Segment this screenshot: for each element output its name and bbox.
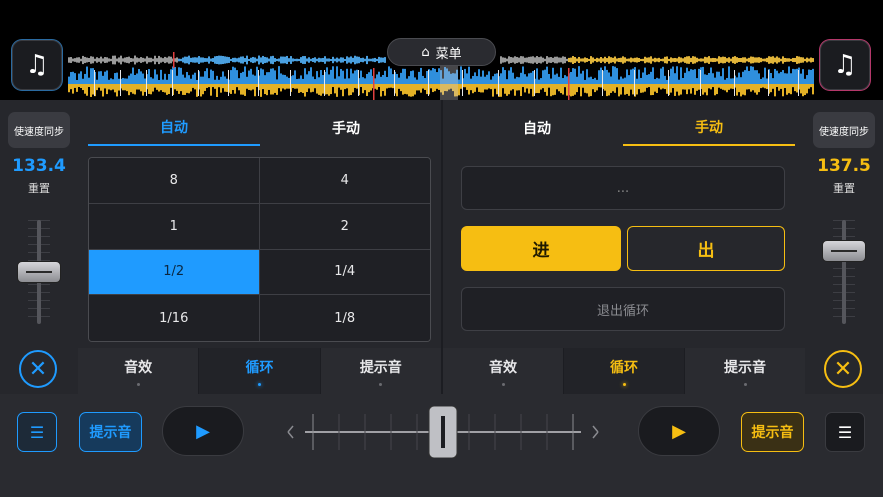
tab-indicator: [622, 382, 626, 386]
right-play-button[interactable]: ▶: [638, 406, 720, 456]
tab-cue[interactable]: 提示音: [685, 348, 805, 394]
right-sync-button[interactable]: 使速度同步: [813, 112, 875, 148]
loop-size-button[interactable]: 2: [259, 203, 430, 250]
play-icon: ▶: [196, 420, 210, 442]
right-track-artwork[interactable]: ♫: [820, 40, 870, 90]
right-bpm: 137.5: [817, 156, 871, 176]
left-footer-tabs: 音效 循环 提示音: [78, 348, 441, 394]
music-note-icon: ♫: [25, 50, 49, 80]
tab-label: 循环: [245, 359, 274, 376]
tab-indicator: [743, 382, 747, 386]
loop-size-button[interactable]: 1/8: [259, 295, 430, 341]
loop-in-button[interactable]: 进: [461, 226, 621, 271]
tab-label: 循环: [610, 359, 638, 376]
loop-size-button[interactable]: 1/16: [89, 295, 260, 341]
tab-effects[interactable]: 音效: [78, 348, 200, 394]
loop-size-button[interactable]: 1: [89, 203, 260, 250]
tab-effects[interactable]: 音效: [443, 348, 564, 394]
left-reset-button[interactable]: 重置: [0, 180, 78, 196]
left-play-button[interactable]: ▶: [162, 406, 244, 456]
left-track-artwork[interactable]: ♫: [12, 40, 62, 90]
loop-out-button[interactable]: 出: [627, 226, 785, 271]
loop-size-grid: 8 4 1 2 1/2 1/4 1/16 1/8: [88, 157, 431, 342]
tab-auto[interactable]: 自动: [88, 110, 260, 146]
right-footer-tabs: 音效 循环 提示音: [443, 348, 805, 394]
tab-indicator: [136, 382, 140, 386]
tab-label: 音效: [124, 359, 153, 376]
right-cue-button[interactable]: 提示音: [741, 412, 804, 452]
right-pitch-slider[interactable]: [822, 240, 866, 263]
menu-label: 菜单: [435, 46, 462, 62]
loop-size-button[interactable]: 8: [89, 158, 260, 204]
right-reset-button[interactable]: 重置: [805, 180, 883, 196]
right-pitch-track: [842, 220, 846, 324]
tab-label: 提示音: [359, 359, 402, 376]
tab-indicator: [501, 382, 505, 386]
tab-loop[interactable]: 循环: [199, 348, 321, 394]
loop-size-button[interactable]: 4: [259, 158, 430, 204]
tab-loop[interactable]: 循环: [564, 348, 685, 394]
tab-manual[interactable]: 手动: [623, 110, 795, 146]
left-sync-button[interactable]: 使速度同步: [8, 112, 70, 148]
home-icon: ⌂: [421, 44, 430, 60]
play-icon: ▶: [672, 420, 686, 442]
right-close-icon[interactable]: ✕: [824, 350, 862, 388]
left-cue-button[interactable]: 提示音: [79, 412, 142, 452]
left-bpm: 133.4: [12, 156, 66, 176]
menu-button[interactable]: ⌂ 菜单: [387, 38, 496, 66]
left-pitch-panel: 使速度同步 133.4 重置 ✕: [0, 100, 78, 394]
tab-label: 提示音: [724, 359, 766, 376]
right-pitch-panel: 使速度同步 137.5 重置 ✕: [805, 100, 883, 394]
exit-loop-button[interactable]: 退出循环: [461, 287, 785, 331]
left-mixer-icon[interactable]: ☰: [17, 412, 57, 452]
loop-size-button-selected[interactable]: 1/2: [89, 249, 260, 296]
loop-size-button[interactable]: 1/4: [259, 249, 430, 296]
tab-label: 音效: [489, 359, 517, 376]
left-loop-deck: 自动 手动 8 4 1 2 1/2 1/4 1/16 1/8: [78, 100, 441, 348]
tab-indicator: [379, 382, 383, 386]
left-close-icon[interactable]: ✕: [19, 350, 57, 388]
right-loop-deck: 自动 手动 ... 进 出 退出循环: [443, 100, 805, 348]
tab-cue[interactable]: 提示音: [320, 348, 441, 394]
tab-auto[interactable]: 自动: [451, 110, 623, 146]
tab-indicator: [257, 382, 261, 386]
music-note-icon: ♫: [833, 50, 857, 80]
right-mixer-icon[interactable]: ☰: [825, 412, 865, 452]
tab-manual[interactable]: 手动: [260, 110, 432, 146]
crossfader[interactable]: [285, 406, 601, 458]
loop-length-field: ...: [461, 166, 785, 210]
left-pitch-slider[interactable]: [17, 261, 61, 283]
